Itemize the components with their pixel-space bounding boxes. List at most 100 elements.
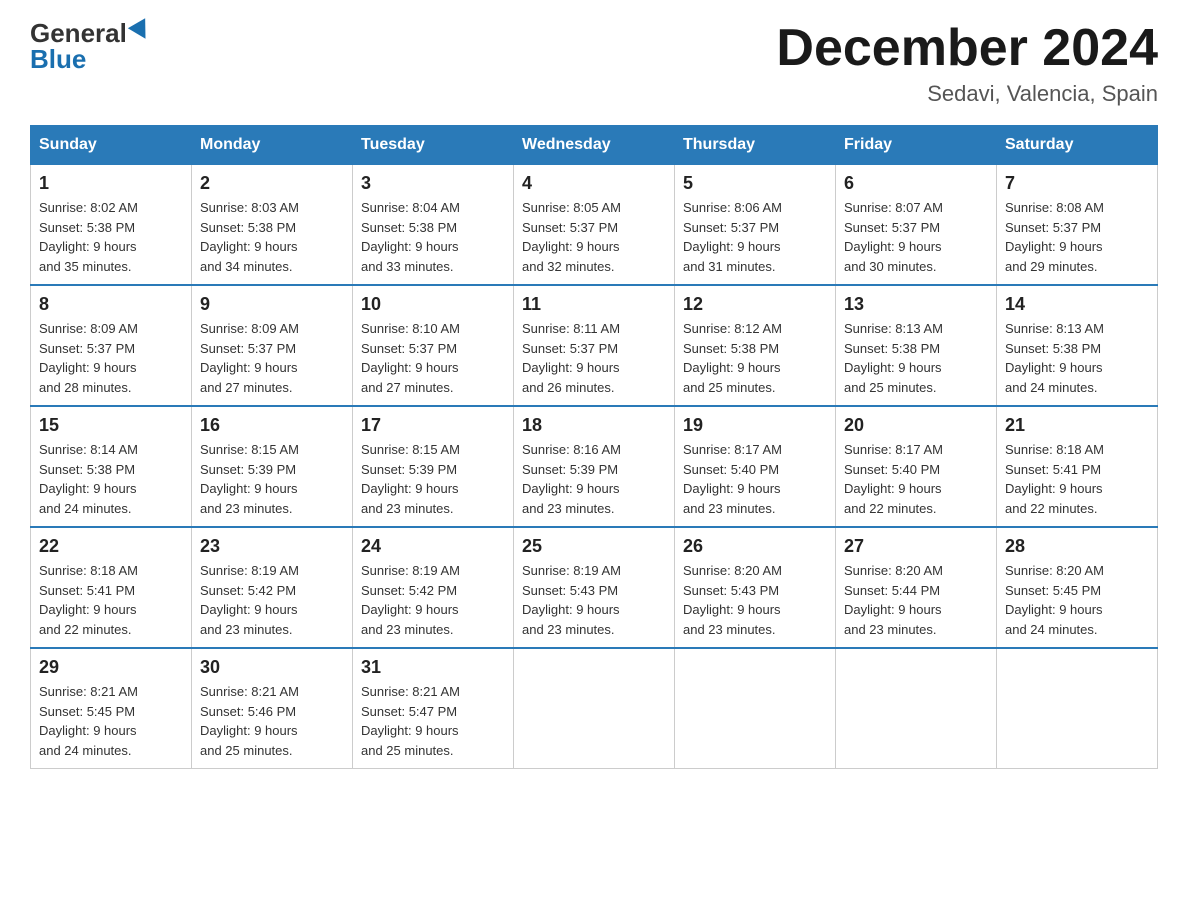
day-info: Sunrise: 8:19 AMSunset: 5:42 PMDaylight:… bbox=[200, 561, 344, 639]
day-number: 10 bbox=[361, 294, 505, 315]
day-info: Sunrise: 8:07 AMSunset: 5:37 PMDaylight:… bbox=[844, 198, 988, 276]
calendar-location: Sedavi, Valencia, Spain bbox=[776, 81, 1158, 107]
day-info: Sunrise: 8:04 AMSunset: 5:38 PMDaylight:… bbox=[361, 198, 505, 276]
day-number: 1 bbox=[39, 173, 183, 194]
header-sunday: Sunday bbox=[31, 126, 192, 165]
logo-triangle-icon bbox=[128, 18, 154, 44]
day-info: Sunrise: 8:05 AMSunset: 5:37 PMDaylight:… bbox=[522, 198, 666, 276]
day-number: 24 bbox=[361, 536, 505, 557]
table-row: 12 Sunrise: 8:12 AMSunset: 5:38 PMDaylig… bbox=[675, 285, 836, 406]
table-row: 23 Sunrise: 8:19 AMSunset: 5:42 PMDaylig… bbox=[192, 527, 353, 648]
day-info: Sunrise: 8:19 AMSunset: 5:42 PMDaylight:… bbox=[361, 561, 505, 639]
day-number: 29 bbox=[39, 657, 183, 678]
day-info: Sunrise: 8:20 AMSunset: 5:44 PMDaylight:… bbox=[844, 561, 988, 639]
header-wednesday: Wednesday bbox=[514, 126, 675, 165]
calendar-week-row: 1 Sunrise: 8:02 AMSunset: 5:38 PMDayligh… bbox=[31, 165, 1158, 286]
day-info: Sunrise: 8:06 AMSunset: 5:37 PMDaylight:… bbox=[683, 198, 827, 276]
day-number: 19 bbox=[683, 415, 827, 436]
day-info: Sunrise: 8:13 AMSunset: 5:38 PMDaylight:… bbox=[1005, 319, 1149, 397]
logo: General Blue bbox=[30, 20, 151, 73]
day-number: 8 bbox=[39, 294, 183, 315]
day-info: Sunrise: 8:20 AMSunset: 5:45 PMDaylight:… bbox=[1005, 561, 1149, 639]
header-tuesday: Tuesday bbox=[353, 126, 514, 165]
day-info: Sunrise: 8:21 AMSunset: 5:46 PMDaylight:… bbox=[200, 682, 344, 760]
day-info: Sunrise: 8:08 AMSunset: 5:37 PMDaylight:… bbox=[1005, 198, 1149, 276]
day-number: 15 bbox=[39, 415, 183, 436]
table-row: 21 Sunrise: 8:18 AMSunset: 5:41 PMDaylig… bbox=[997, 406, 1158, 527]
calendar-week-row: 8 Sunrise: 8:09 AMSunset: 5:37 PMDayligh… bbox=[31, 285, 1158, 406]
day-number: 9 bbox=[200, 294, 344, 315]
day-info: Sunrise: 8:15 AMSunset: 5:39 PMDaylight:… bbox=[200, 440, 344, 518]
table-row: 8 Sunrise: 8:09 AMSunset: 5:37 PMDayligh… bbox=[31, 285, 192, 406]
table-row: 10 Sunrise: 8:10 AMSunset: 5:37 PMDaylig… bbox=[353, 285, 514, 406]
day-info: Sunrise: 8:09 AMSunset: 5:37 PMDaylight:… bbox=[39, 319, 183, 397]
table-row: 18 Sunrise: 8:16 AMSunset: 5:39 PMDaylig… bbox=[514, 406, 675, 527]
table-row: 20 Sunrise: 8:17 AMSunset: 5:40 PMDaylig… bbox=[836, 406, 997, 527]
day-number: 3 bbox=[361, 173, 505, 194]
table-row: 30 Sunrise: 8:21 AMSunset: 5:46 PMDaylig… bbox=[192, 648, 353, 769]
table-row: 22 Sunrise: 8:18 AMSunset: 5:41 PMDaylig… bbox=[31, 527, 192, 648]
table-row: 2 Sunrise: 8:03 AMSunset: 5:38 PMDayligh… bbox=[192, 165, 353, 286]
title-block: December 2024 Sedavi, Valencia, Spain bbox=[776, 20, 1158, 107]
table-row: 13 Sunrise: 8:13 AMSunset: 5:38 PMDaylig… bbox=[836, 285, 997, 406]
page-header: General Blue December 2024 Sedavi, Valen… bbox=[30, 20, 1158, 107]
day-number: 6 bbox=[844, 173, 988, 194]
logo-general-text: General bbox=[30, 20, 127, 46]
day-number: 25 bbox=[522, 536, 666, 557]
calendar-week-row: 29 Sunrise: 8:21 AMSunset: 5:45 PMDaylig… bbox=[31, 648, 1158, 769]
day-info: Sunrise: 8:21 AMSunset: 5:45 PMDaylight:… bbox=[39, 682, 183, 760]
day-number: 7 bbox=[1005, 173, 1149, 194]
table-row: 28 Sunrise: 8:20 AMSunset: 5:45 PMDaylig… bbox=[997, 527, 1158, 648]
day-info: Sunrise: 8:18 AMSunset: 5:41 PMDaylight:… bbox=[39, 561, 183, 639]
table-row: 29 Sunrise: 8:21 AMSunset: 5:45 PMDaylig… bbox=[31, 648, 192, 769]
logo-blue-text: Blue bbox=[30, 44, 86, 74]
table-row: 14 Sunrise: 8:13 AMSunset: 5:38 PMDaylig… bbox=[997, 285, 1158, 406]
day-number: 31 bbox=[361, 657, 505, 678]
calendar-table: Sunday Monday Tuesday Wednesday Thursday… bbox=[30, 125, 1158, 769]
table-row: 31 Sunrise: 8:21 AMSunset: 5:47 PMDaylig… bbox=[353, 648, 514, 769]
table-row: 15 Sunrise: 8:14 AMSunset: 5:38 PMDaylig… bbox=[31, 406, 192, 527]
day-info: Sunrise: 8:19 AMSunset: 5:43 PMDaylight:… bbox=[522, 561, 666, 639]
day-number: 13 bbox=[844, 294, 988, 315]
header-saturday: Saturday bbox=[997, 126, 1158, 165]
table-row: 19 Sunrise: 8:17 AMSunset: 5:40 PMDaylig… bbox=[675, 406, 836, 527]
table-row bbox=[675, 648, 836, 769]
table-row: 7 Sunrise: 8:08 AMSunset: 5:37 PMDayligh… bbox=[997, 165, 1158, 286]
day-number: 12 bbox=[683, 294, 827, 315]
table-row bbox=[836, 648, 997, 769]
table-row: 11 Sunrise: 8:11 AMSunset: 5:37 PMDaylig… bbox=[514, 285, 675, 406]
day-info: Sunrise: 8:10 AMSunset: 5:37 PMDaylight:… bbox=[361, 319, 505, 397]
day-info: Sunrise: 8:20 AMSunset: 5:43 PMDaylight:… bbox=[683, 561, 827, 639]
day-info: Sunrise: 8:18 AMSunset: 5:41 PMDaylight:… bbox=[1005, 440, 1149, 518]
table-row: 25 Sunrise: 8:19 AMSunset: 5:43 PMDaylig… bbox=[514, 527, 675, 648]
day-number: 26 bbox=[683, 536, 827, 557]
day-number: 11 bbox=[522, 294, 666, 315]
day-number: 20 bbox=[844, 415, 988, 436]
calendar-title: December 2024 bbox=[776, 20, 1158, 77]
day-number: 22 bbox=[39, 536, 183, 557]
day-info: Sunrise: 8:09 AMSunset: 5:37 PMDaylight:… bbox=[200, 319, 344, 397]
day-number: 23 bbox=[200, 536, 344, 557]
day-number: 5 bbox=[683, 173, 827, 194]
day-number: 17 bbox=[361, 415, 505, 436]
day-number: 30 bbox=[200, 657, 344, 678]
table-row: 27 Sunrise: 8:20 AMSunset: 5:44 PMDaylig… bbox=[836, 527, 997, 648]
day-info: Sunrise: 8:03 AMSunset: 5:38 PMDaylight:… bbox=[200, 198, 344, 276]
day-number: 16 bbox=[200, 415, 344, 436]
day-number: 14 bbox=[1005, 294, 1149, 315]
day-number: 21 bbox=[1005, 415, 1149, 436]
table-row: 16 Sunrise: 8:15 AMSunset: 5:39 PMDaylig… bbox=[192, 406, 353, 527]
day-info: Sunrise: 8:12 AMSunset: 5:38 PMDaylight:… bbox=[683, 319, 827, 397]
table-row: 17 Sunrise: 8:15 AMSunset: 5:39 PMDaylig… bbox=[353, 406, 514, 527]
table-row: 1 Sunrise: 8:02 AMSunset: 5:38 PMDayligh… bbox=[31, 165, 192, 286]
table-row: 4 Sunrise: 8:05 AMSunset: 5:37 PMDayligh… bbox=[514, 165, 675, 286]
day-info: Sunrise: 8:11 AMSunset: 5:37 PMDaylight:… bbox=[522, 319, 666, 397]
day-info: Sunrise: 8:13 AMSunset: 5:38 PMDaylight:… bbox=[844, 319, 988, 397]
table-row: 6 Sunrise: 8:07 AMSunset: 5:37 PMDayligh… bbox=[836, 165, 997, 286]
table-row: 9 Sunrise: 8:09 AMSunset: 5:37 PMDayligh… bbox=[192, 285, 353, 406]
header-monday: Monday bbox=[192, 126, 353, 165]
day-info: Sunrise: 8:17 AMSunset: 5:40 PMDaylight:… bbox=[844, 440, 988, 518]
day-number: 18 bbox=[522, 415, 666, 436]
calendar-week-row: 15 Sunrise: 8:14 AMSunset: 5:38 PMDaylig… bbox=[31, 406, 1158, 527]
table-row bbox=[997, 648, 1158, 769]
